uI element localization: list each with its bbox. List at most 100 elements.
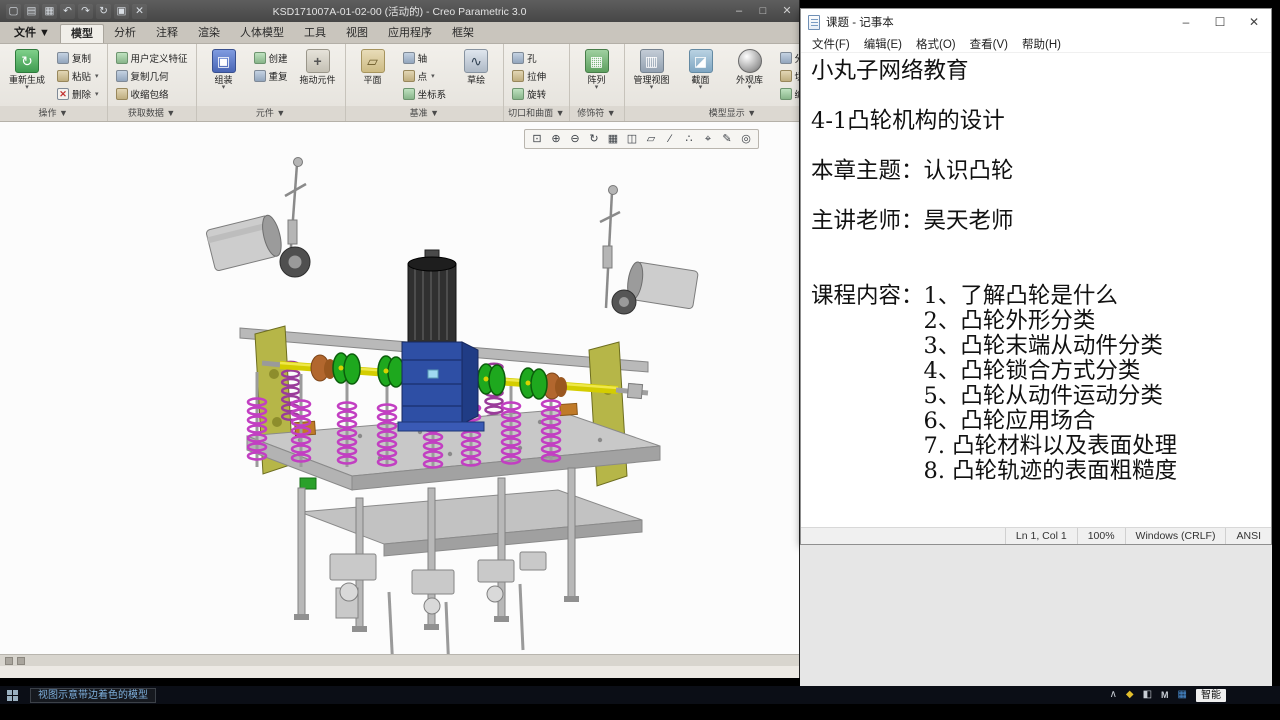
assembly-model — [206, 157, 699, 654]
notepad-text-area[interactable]: 小丸子网络教育 4-1凸轮机构的设计 本章主题：认识凸轮 主讲老师：昊天老师 课… — [801, 53, 1271, 527]
creo-tab-bar: 文件 ▼ 模型 分析 注释 渲染 人体模型 工具 视图 应用程序 框架 — [0, 22, 799, 44]
model-tree-icon[interactable] — [5, 656, 13, 665]
display-style-icon[interactable]: ◫ — [623, 131, 641, 147]
edit-position-button[interactable]: 编辑位置 — [776, 85, 800, 102]
tab-model[interactable]: 模型 — [59, 24, 104, 43]
motor-right — [611, 261, 699, 315]
network-tray-icon[interactable]: ▦ — [1178, 686, 1187, 704]
switch-state-button[interactable]: 切换状态 — [776, 67, 799, 84]
ribbon-group-operations: 重新生成 复制 粘贴 删除 操作 ▼ — [0, 44, 108, 121]
regenerate-button[interactable]: 重新生成 — [4, 46, 50, 104]
menu-view[interactable]: 查看(V) — [963, 36, 1015, 52]
copy-label: 复制 — [72, 53, 92, 65]
explode-button[interactable]: 分解图 — [776, 49, 799, 66]
ime-mode-button[interactable]: 智能 — [1196, 688, 1226, 702]
tab-file[interactable]: 文件 ▼ — [4, 24, 60, 43]
ribbon-group-label-modifiers[interactable]: 修饰符 ▼ — [569, 106, 624, 121]
start-button[interactable] — [0, 686, 24, 704]
paste-button[interactable]: 粘贴 — [53, 67, 103, 84]
copy-geometry-button[interactable]: 复制几何 — [112, 67, 192, 84]
menu-file[interactable]: 文件(F) — [805, 36, 857, 52]
annotations-icon[interactable]: ✎ — [718, 131, 736, 147]
pattern-button[interactable]: 阵列 — [574, 46, 620, 104]
create-button[interactable]: 创建 — [250, 49, 292, 66]
creo-minimize-button[interactable]: – — [727, 0, 751, 22]
notepad-minimize-button[interactable]: – — [1169, 9, 1203, 35]
creo-titlebar: ▢ ▤ ▦ ↶ ↷ ↻ ▣ ✕ KSD171007A-01-02-00 (活动的… — [0, 0, 799, 22]
tab-annotate[interactable]: 注释 — [146, 24, 188, 43]
security-tray-icon[interactable]: ◆ — [1126, 686, 1134, 704]
ribbon-group-label-datum[interactable]: 基准 ▼ — [345, 106, 504, 121]
edit-position-label: 编辑位置 — [795, 87, 800, 101]
save-icon[interactable]: ▦ — [42, 3, 57, 19]
tab-tools[interactable]: 工具 — [294, 24, 336, 43]
close-window-icon[interactable]: ✕ — [132, 3, 147, 19]
axis-button[interactable]: 轴 — [399, 49, 451, 66]
manage-views-button[interactable]: 管理视图 — [629, 46, 675, 104]
csys-button[interactable]: 坐标系 — [399, 85, 451, 102]
regenerate-icon[interactable]: ↻ — [96, 3, 111, 19]
ribbon-group-label-get-data[interactable]: 获取数据 ▼ — [107, 106, 196, 121]
delete-button[interactable]: 删除 — [53, 85, 103, 102]
paste-icon — [57, 69, 69, 82]
section-button[interactable]: 截面 — [678, 46, 724, 104]
explode-icon — [779, 51, 792, 64]
menu-edit[interactable]: 编辑(E) — [857, 36, 909, 52]
datum-points-icon[interactable]: ∴ — [680, 131, 698, 147]
udf-button[interactable]: 用户定义特征 — [112, 49, 192, 66]
repaint-icon[interactable]: ↻ — [585, 131, 603, 147]
datum-csys-icon[interactable]: ⌖ — [699, 131, 717, 147]
repeat-button[interactable]: 重复 — [250, 67, 292, 84]
hidden-icons-chevron-icon[interactable]: ∧ — [1110, 686, 1117, 704]
new-file-icon[interactable]: ▢ — [6, 3, 21, 19]
volume-tray-icon[interactable]: ◧ — [1143, 686, 1152, 704]
ribbon-group-label-cut-surface[interactable]: 切口和曲面 ▼ — [504, 106, 569, 121]
saved-orientations-icon[interactable]: ◎ — [737, 131, 755, 147]
pattern-icon — [584, 49, 609, 73]
ribbon-group-label-model-display[interactable]: 模型显示 ▼ — [624, 106, 799, 121]
creo-window: ▢ ▤ ▦ ↶ ↷ ↻ ▣ ✕ KSD171007A-01-02-00 (活动的… — [0, 0, 800, 678]
paste-label: 粘贴 — [72, 71, 92, 83]
notepad-maximize-button[interactable]: ☐ — [1203, 9, 1237, 35]
copy-button[interactable]: 复制 — [53, 49, 103, 66]
zoom-in-icon[interactable]: ⊕ — [547, 131, 565, 147]
undo-icon[interactable]: ↶ — [60, 3, 75, 19]
notepad-close-button[interactable]: ✕ — [1237, 9, 1271, 35]
zoom-out-icon[interactable]: ⊖ — [566, 131, 584, 147]
revolve-button[interactable]: 旋转 — [508, 85, 550, 102]
datum-planes-icon[interactable]: ▱ — [642, 131, 660, 147]
redo-icon[interactable]: ↷ — [78, 3, 93, 19]
assemble-button[interactable]: 组装 — [201, 46, 247, 104]
shrinkwrap-button[interactable]: 收缩包络 — [112, 85, 192, 102]
menu-format[interactable]: 格式(O) — [909, 36, 963, 52]
drag-component-button[interactable]: 拖动元件 — [295, 46, 341, 104]
plane-button[interactable]: 平面 — [350, 46, 396, 104]
tab-analysis[interactable]: 分析 — [104, 24, 146, 43]
creo-maximize-button[interactable]: □ — [751, 0, 775, 22]
tab-render[interactable]: 渲染 — [188, 24, 230, 43]
window-manager-icon[interactable]: ▣ — [114, 3, 129, 19]
appearance-gallery-button[interactable]: 外观库 — [727, 46, 773, 104]
hole-button[interactable]: 孔 — [508, 49, 550, 66]
datum-axes-icon[interactable]: ∕ — [661, 131, 679, 147]
ribbon-group-label-component[interactable]: 元件 ▼ — [196, 106, 345, 121]
tab-applications[interactable]: 应用程序 — [378, 24, 442, 43]
creo-close-button[interactable]: ✕ — [775, 0, 799, 22]
tab-framework[interactable]: 框架 — [442, 24, 484, 43]
ribbon-group-datum: 平面 轴 点 坐标系 草绘 基准 ▼ — [345, 44, 505, 121]
extrude-button[interactable]: 拉伸 — [508, 67, 550, 84]
shading-style-icon[interactable]: ▦ — [604, 131, 622, 147]
point-button[interactable]: 点 — [399, 67, 451, 84]
notepad-statusbar: Ln 1, Col 1 100% Windows (CRLF) ANSI — [801, 527, 1271, 544]
ribbon-group-label-operations[interactable]: 操作 ▼ — [0, 106, 107, 121]
sketch-button[interactable]: 草绘 — [453, 46, 499, 104]
delete-icon — [57, 87, 69, 100]
open-file-icon[interactable]: ▤ — [24, 3, 39, 19]
folder-browser-icon[interactable] — [17, 656, 25, 665]
graphics-area[interactable]: ⊡ ⊕ ⊖ ↻ ▦ ◫ ▱ ∕ ∴ ⌖ ✎ ◎ — [0, 122, 799, 654]
tab-view[interactable]: 视图 — [336, 24, 378, 43]
music-app-tray-icon[interactable]: M — [1161, 686, 1169, 704]
tab-manikin[interactable]: 人体模型 — [230, 24, 294, 43]
menu-help[interactable]: 帮助(H) — [1015, 36, 1068, 52]
refit-icon[interactable]: ⊡ — [528, 131, 546, 147]
